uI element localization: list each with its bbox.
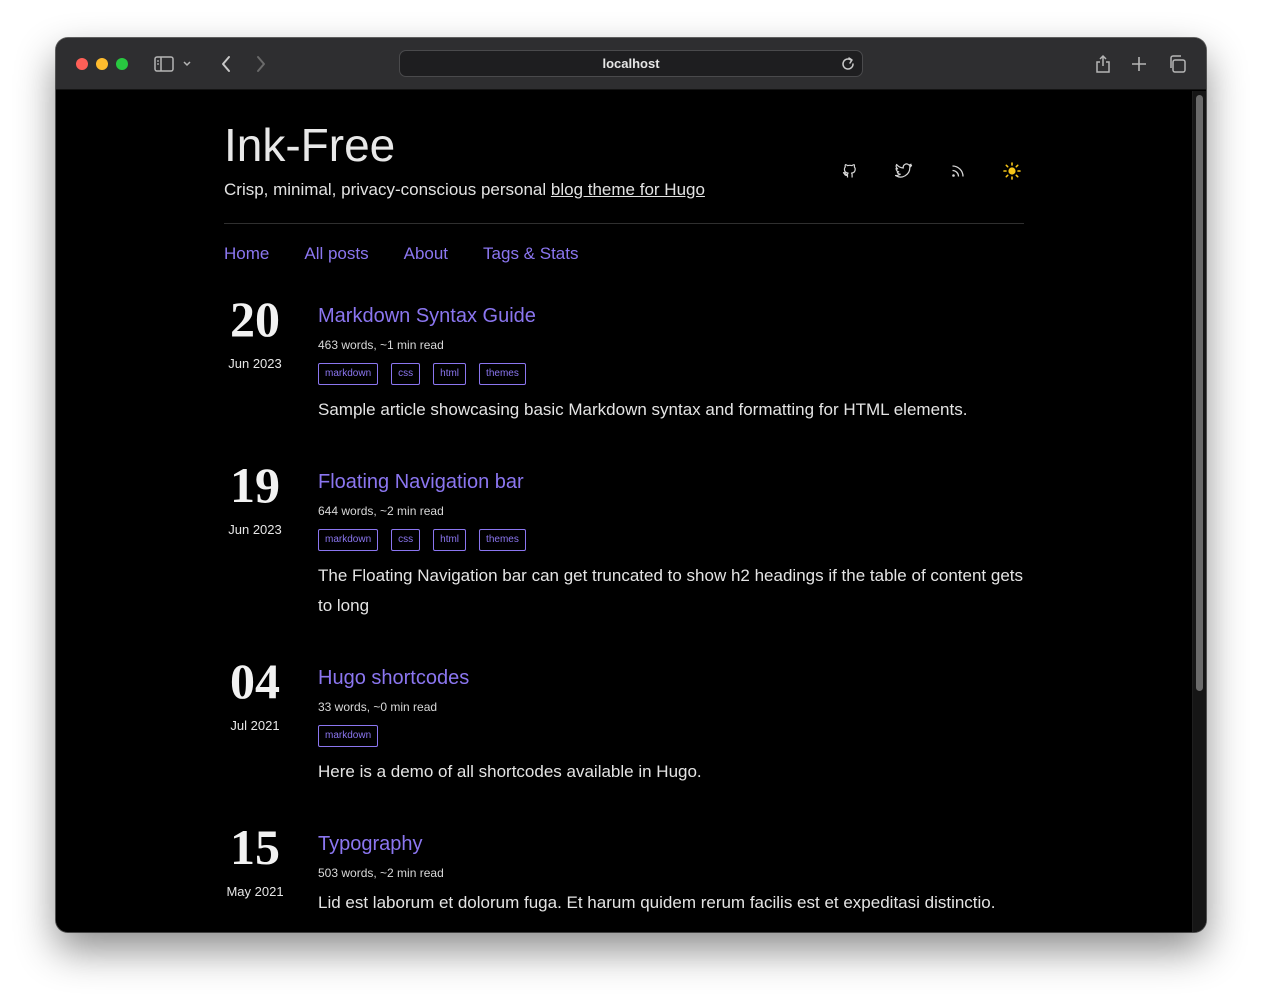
post-date: 04 Jul 2021 (224, 655, 286, 733)
post-body: Hugo shortcodes 33 words, ~0 min read ma… (318, 667, 1028, 787)
sun-icon[interactable] (1001, 160, 1023, 182)
post-tags: markdown (318, 725, 1028, 747)
post-date: 19 Jun 2023 (224, 459, 286, 537)
post-month: Jul 2021 (230, 718, 280, 733)
twitter-icon[interactable] (893, 160, 915, 182)
post-day: 19 (230, 457, 280, 513)
tag-themes[interactable]: themes (479, 529, 526, 551)
tagline-link[interactable]: blog theme for Hugo (551, 180, 705, 199)
header-divider (224, 223, 1024, 224)
post-month: Jun 2023 (228, 522, 282, 537)
post-tags: markdown css html themes (318, 363, 1028, 385)
forward-arrow-icon[interactable] (249, 52, 273, 76)
close-window-button[interactable] (76, 58, 88, 70)
tag-markdown[interactable]: markdown (318, 529, 379, 551)
post-title-link[interactable]: Typography (318, 833, 1028, 856)
tag-css[interactable]: css (391, 363, 421, 385)
post-title-link[interactable]: Markdown Syntax Guide (318, 305, 1028, 328)
rss-icon[interactable] (947, 160, 969, 182)
main-nav: Home All posts About Tags & Stats (224, 244, 578, 264)
tag-markdown[interactable]: markdown (318, 363, 379, 385)
nav-home[interactable]: Home (224, 244, 269, 264)
tagline-text: Crisp, minimal, privacy-conscious person… (224, 180, 551, 199)
post-meta: 463 words, ~1 min read (318, 338, 444, 352)
nav-about[interactable]: About (404, 244, 448, 264)
post-day: 04 (230, 653, 280, 709)
site-title[interactable]: Ink-Free (224, 118, 395, 172)
post-meta: 644 words, ~2 min read (318, 504, 444, 518)
post-summary: Sample article showcasing basic Markdown… (318, 400, 968, 419)
chevron-down-icon[interactable] (180, 52, 194, 76)
share-icon[interactable] (1091, 52, 1115, 76)
post-title-link[interactable]: Floating Navigation bar (318, 471, 1028, 494)
reload-icon[interactable] (839, 55, 857, 73)
tag-css[interactable]: css (391, 529, 421, 551)
post-meta: 503 words, ~2 min read (318, 866, 444, 880)
post-summary: Lid est laborum et dolorum fuga. Et haru… (318, 893, 996, 912)
back-arrow-icon[interactable] (214, 52, 238, 76)
post-date: 20 Jun 2023 (224, 293, 286, 371)
zoom-window-button[interactable] (116, 58, 128, 70)
post-title-link[interactable]: Hugo shortcodes (318, 667, 1028, 690)
post-meta: 33 words, ~0 min read (318, 700, 438, 714)
post-month: Jun 2023 (228, 356, 282, 371)
post-tags: markdown css html themes (318, 529, 1028, 551)
browser-window: localhost Ink-Free Crisp, minimal, priva… (56, 38, 1206, 932)
browser-toolbar: localhost (56, 38, 1206, 90)
post-summary: The Floating Navigation bar can get trun… (318, 566, 1024, 615)
nav-tags-stats[interactable]: Tags & Stats (483, 244, 578, 264)
sidebar-toggle-icon[interactable] (152, 52, 176, 76)
vertical-scrollbar[interactable] (1192, 91, 1206, 932)
github-icon[interactable] (839, 160, 861, 182)
site-tagline: Crisp, minimal, privacy-conscious person… (224, 180, 705, 200)
post-day: 20 (230, 291, 280, 347)
tag-themes[interactable]: themes (479, 363, 526, 385)
post-day: 15 (230, 819, 280, 875)
page-viewport[interactable]: Ink-Free Crisp, minimal, privacy-conscio… (56, 91, 1206, 932)
tag-html[interactable]: html (433, 529, 467, 551)
post-body: Markdown Syntax Guide 463 words, ~1 min … (318, 305, 1028, 425)
url-text: localhost (602, 56, 660, 71)
tag-markdown[interactable]: markdown (318, 725, 379, 747)
post-month: May 2021 (226, 884, 284, 899)
tag-html[interactable]: html (433, 363, 467, 385)
nav-all-posts[interactable]: All posts (304, 244, 368, 264)
post-date: 15 May 2021 (224, 821, 286, 899)
post-body: Floating Navigation bar 644 words, ~2 mi… (318, 471, 1028, 621)
post-body: Typography 503 words, ~2 min read Lid es… (318, 833, 1028, 918)
scrollbar-thumb[interactable] (1196, 95, 1203, 691)
minimize-window-button[interactable] (96, 58, 108, 70)
tab-overview-icon[interactable] (1165, 52, 1189, 76)
address-bar[interactable]: localhost (399, 50, 863, 77)
new-tab-icon[interactable] (1127, 52, 1151, 76)
post-summary: Here is a demo of all shortcodes availab… (318, 762, 702, 781)
